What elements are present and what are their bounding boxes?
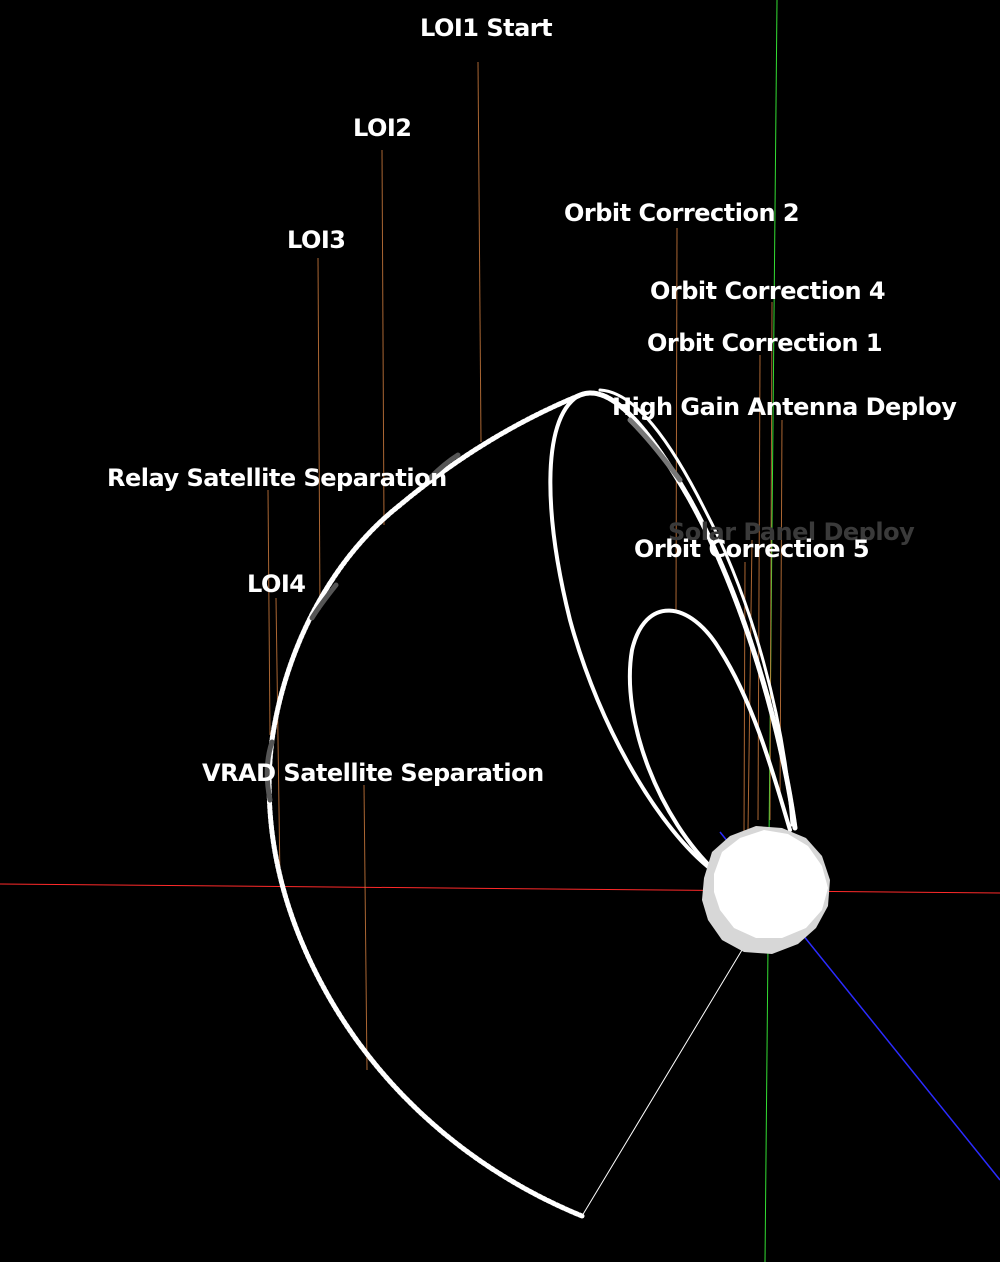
marker-line-solar <box>747 539 753 831</box>
transfer-arc <box>266 393 585 1219</box>
label-orbit-correction-5[interactable]: Orbit Correction 5 <box>634 537 870 561</box>
orbit-scene[interactable] <box>0 0 1000 1262</box>
marker-line-loi4 <box>275 597 281 881</box>
projection-line <box>581 949 743 1217</box>
label-high-gain-antenna-deploy[interactable]: High Gain Antenna Deploy <box>612 395 957 419</box>
label-orbit-correction-1[interactable]: Orbit Correction 1 <box>647 331 883 355</box>
label-orbit-correction-2[interactable]: Orbit Correction 2 <box>564 201 800 225</box>
label-loi2[interactable]: LOI2 <box>353 116 412 140</box>
capture-orbit <box>548 394 714 872</box>
label-loi4[interactable]: LOI4 <box>247 572 306 596</box>
capture-orbit-outer-2 <box>598 388 794 827</box>
marker-line-loi1 <box>477 61 482 443</box>
x-axis <box>0 883 1000 894</box>
marker-line-relay <box>267 489 271 736</box>
3d-viewport[interactable]: LOI1 Start LOI2 LOI3 Orbit Correction 2 … <box>0 0 1000 1262</box>
trajectory <box>264 388 798 1219</box>
label-orbit-correction-4[interactable]: Orbit Correction 4 <box>650 279 886 303</box>
capture-orbit-outer <box>575 390 798 831</box>
label-loi1-start[interactable]: LOI1 Start <box>420 16 553 40</box>
marker-line-oc1 <box>757 354 761 821</box>
label-loi3[interactable]: LOI3 <box>287 228 346 252</box>
marker-line-loi3 <box>317 257 321 611</box>
label-vrad-satellite-separation[interactable]: VRAD Satellite Separation <box>202 761 544 785</box>
marker-line-vrad <box>363 784 368 1071</box>
moon-body[interactable] <box>702 826 830 954</box>
label-relay-satellite-separation[interactable]: Relay Satellite Separation <box>107 466 447 490</box>
